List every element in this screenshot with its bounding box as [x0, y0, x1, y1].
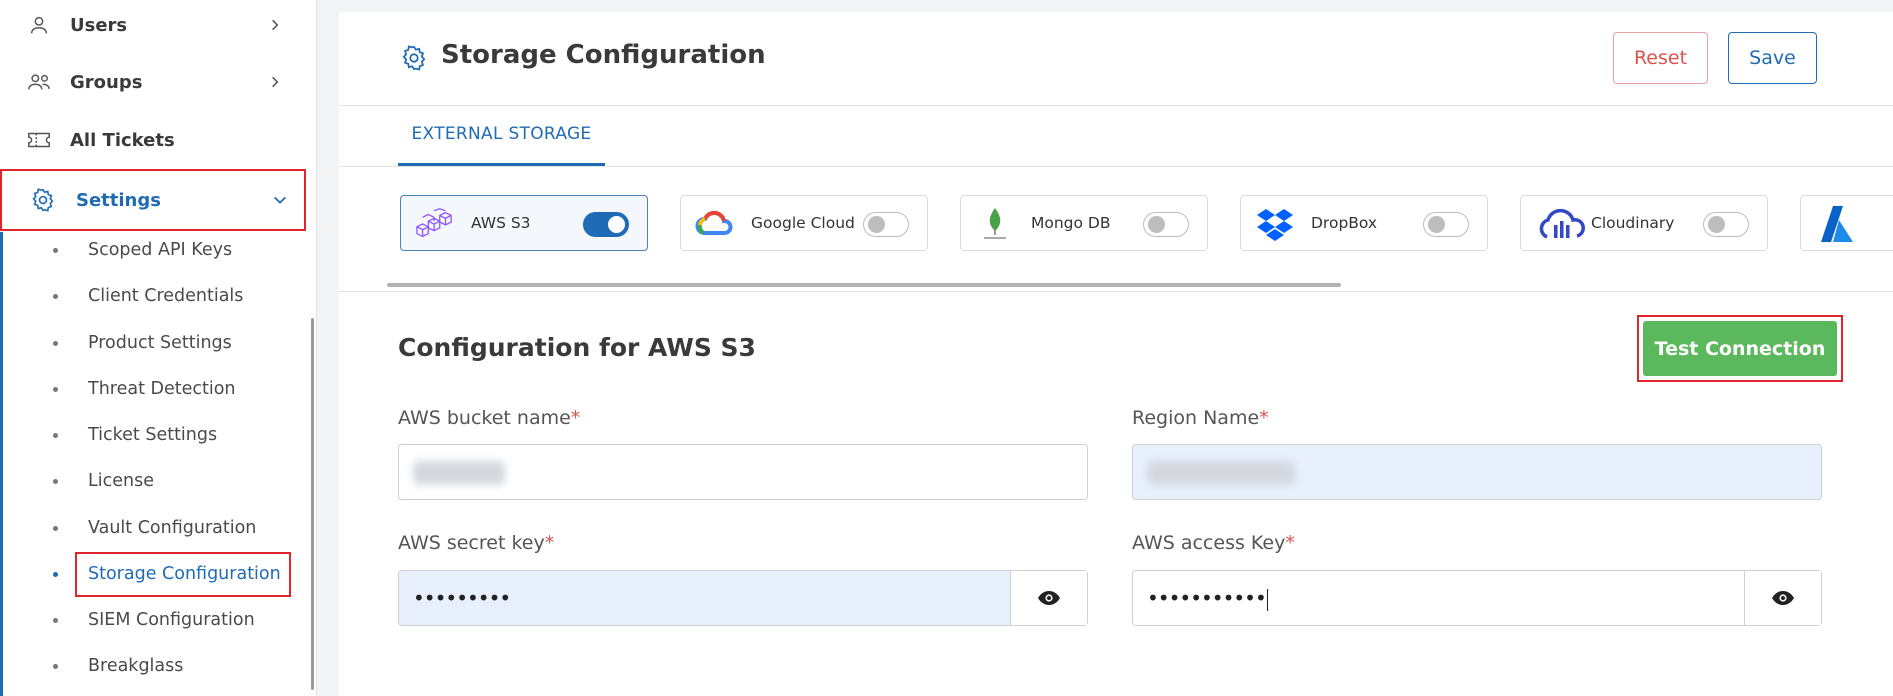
- bucket-name-input[interactable]: [398, 444, 1088, 500]
- user-icon: [26, 12, 52, 38]
- provider-label: Mongo DB: [1031, 214, 1111, 232]
- google-cloud-icon: [695, 206, 735, 242]
- redacted-value: [413, 461, 505, 485]
- sidebar-item-label: Users: [70, 14, 128, 36]
- chevron-right-icon: [265, 15, 285, 35]
- azure-icon: [1817, 206, 1857, 242]
- provider-label: Cloudinary: [1591, 214, 1675, 232]
- provider-list-scrollbar[interactable]: [387, 283, 1341, 287]
- page-header: Storage Configuration Reset Save: [339, 12, 1893, 106]
- dropbox-icon: [1255, 206, 1295, 242]
- sidebar-item-all-tickets[interactable]: All Tickets: [0, 112, 316, 168]
- toggle-visibility-button[interactable]: [1010, 571, 1087, 625]
- test-connection-button[interactable]: Test Connection: [1643, 321, 1837, 376]
- sidebar-scrollbar[interactable]: [311, 318, 314, 690]
- sidebar-item-label: Groups: [70, 71, 143, 93]
- bucket-name-label: AWS bucket name*: [398, 407, 581, 429]
- redacted-value: [1147, 461, 1295, 485]
- selection-highlight: [75, 552, 291, 597]
- cloudinary-icon: [1537, 206, 1587, 242]
- sidebar: Users Groups All Tickets Settings Scoped…: [0, 0, 317, 696]
- access-key-input[interactable]: •••••••••••: [1132, 570, 1822, 626]
- toggle-visibility-button[interactable]: [1744, 571, 1821, 625]
- secret-key-input[interactable]: •••••••••: [398, 570, 1088, 626]
- sidebar-item-groups[interactable]: Groups: [0, 54, 316, 110]
- chevron-right-icon: [265, 72, 285, 92]
- groups-icon: [26, 69, 52, 95]
- reset-button[interactable]: Reset: [1613, 32, 1708, 84]
- save-button[interactable]: Save: [1728, 32, 1817, 84]
- provider-card-azure[interactable]: [1800, 195, 1893, 251]
- provider-card-cloudinary[interactable]: Cloudinary: [1520, 195, 1768, 251]
- sidebar-item-label: Settings: [76, 189, 161, 211]
- ticket-icon: [26, 127, 52, 153]
- storage-provider-list: AWS S3 Google Cloud Mongo DB DropBox Clo…: [339, 166, 1893, 292]
- gear-icon: [400, 44, 428, 72]
- provider-toggle-cloudinary[interactable]: [1703, 212, 1749, 237]
- region-name-input[interactable]: [1132, 444, 1822, 500]
- provider-toggle-dropbox[interactable]: [1423, 212, 1469, 237]
- provider-toggle-mongodb[interactable]: [1143, 212, 1189, 237]
- mongodb-icon: [975, 206, 1015, 242]
- provider-card-dropbox[interactable]: DropBox: [1240, 195, 1488, 251]
- provider-card-google-cloud[interactable]: Google Cloud: [680, 195, 928, 251]
- provider-card-mongodb[interactable]: Mongo DB: [960, 195, 1208, 251]
- test-connection-highlight: Test Connection: [1637, 315, 1843, 382]
- chevron-down-icon: [270, 190, 290, 210]
- sidebar-item-settings[interactable]: Settings: [0, 169, 306, 231]
- access-key-value: •••••••••••: [1147, 586, 1268, 611]
- eye-icon: [1772, 591, 1794, 605]
- secret-key-value: •••••••••: [413, 586, 511, 610]
- text-caret: [1266, 588, 1268, 611]
- provider-toggle-google-cloud[interactable]: [863, 212, 909, 237]
- region-name-label: Region Name*: [1132, 407, 1269, 429]
- eye-icon: [1038, 591, 1060, 605]
- sidebar-item-users[interactable]: Users: [0, 0, 316, 53]
- access-key-label: AWS access Key*: [1132, 532, 1295, 554]
- submenu-indicator-line: [0, 232, 3, 696]
- secret-key-label: AWS secret key*: [398, 532, 555, 554]
- provider-label: DropBox: [1311, 214, 1378, 232]
- gear-icon: [30, 187, 56, 213]
- tab-bar: EXTERNAL STORAGE: [339, 105, 1893, 167]
- provider-card-aws-s3[interactable]: AWS S3: [400, 195, 648, 251]
- config-section-title: Configuration for AWS S3: [398, 333, 756, 362]
- tab-external-storage[interactable]: EXTERNAL STORAGE: [398, 105, 605, 166]
- provider-label: Google Cloud: [751, 214, 855, 232]
- page-title: Storage Configuration: [441, 40, 766, 70]
- aws-s3-icon: [415, 206, 455, 242]
- provider-toggle-aws-s3[interactable]: [583, 212, 629, 237]
- sidebar-item-label: All Tickets: [70, 129, 175, 151]
- provider-label: AWS S3: [471, 214, 531, 232]
- main-panel: Storage Configuration Reset Save EXTERNA…: [339, 12, 1893, 696]
